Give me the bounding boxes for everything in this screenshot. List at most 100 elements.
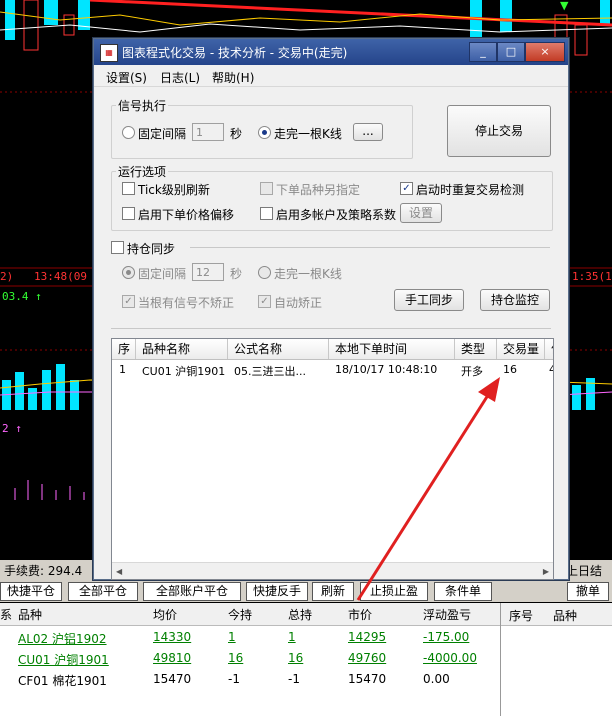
separate-order-label: 下单品种另指定 <box>276 183 361 197</box>
table-cell: 16 <box>503 363 517 376</box>
fixed-interval-radio[interactable] <box>122 126 135 139</box>
close-all-accounts-button[interactable]: 全部账户平仓 <box>143 582 241 601</box>
multi-account-label: 启用多帐户及策略系数 <box>276 208 397 222</box>
multi-account-checkbox[interactable] <box>260 207 273 220</box>
col-header: 系 <box>0 608 13 622</box>
menu-help[interactable]: 帮助(H) <box>212 69 254 86</box>
col-header[interactable]: 公式名称 <box>228 339 329 359</box>
orders-grid-header: 序 品种名称 公式名称 本地下单时间 类型 交易量 价 <box>112 339 553 360</box>
table-cell: 05.三进三出... <box>234 365 306 378</box>
col-header: 今持 <box>228 608 253 622</box>
minimize-button[interactable]: _ <box>469 42 497 62</box>
table-cell[interactable]: 16 <box>288 651 303 665</box>
bar-complete-radio[interactable] <box>258 126 271 139</box>
col-header: 品种 <box>553 609 578 623</box>
position-toolbar: 快捷平仓 全部平仓 全部账户平仓 快捷反手 刷新 止损止盈 条件单 撤单 <box>0 580 612 602</box>
col-header: 序号 <box>509 609 534 623</box>
table-cell[interactable]: -1 <box>288 672 300 686</box>
price-purple-label: 2 ↑ <box>2 422 22 435</box>
table-cell[interactable]: 14330 <box>153 630 191 644</box>
sync-bar-radio[interactable] <box>258 266 271 279</box>
quick-reverse-button[interactable]: 快捷反手 <box>246 582 308 601</box>
tick-refresh-label: Tick级别刷新 <box>138 183 210 197</box>
no-signal-fix-checkbox[interactable]: ✓ <box>122 295 135 308</box>
dialog-titlebar[interactable]: ▦ 图表程式化交易 - 技术分析 - 交易中(走完) _ □ × <box>94 39 568 65</box>
col-header[interactable]: 本地下单时间 <box>329 339 455 359</box>
conditional-order-button[interactable]: 条件单 <box>434 582 492 601</box>
position-monitor-button[interactable]: 持仓监控 <box>480 289 550 311</box>
interval-input[interactable]: 1 <box>192 123 224 141</box>
dialog-title: 图表程式化交易 - 技术分析 - 交易中(走完) <box>122 46 348 60</box>
price-offset-label: 启用下单价格偏移 <box>138 208 235 222</box>
table-cell[interactable]: CF01 棉花1901 <box>18 672 107 689</box>
table-cell: 开多 <box>461 365 483 378</box>
stop-trading-button[interactable]: 停止交易 <box>447 105 551 157</box>
orders-side-panel: 序号 品种 <box>500 603 612 716</box>
divider <box>190 247 550 248</box>
restart-check-checkbox[interactable]: ✓ <box>400 182 413 195</box>
table-cell[interactable]: 1 <box>228 630 236 644</box>
table-cell[interactable]: -175.00 <box>423 630 469 644</box>
scroll-left-icon[interactable]: ◀ <box>116 567 122 576</box>
table-cell[interactable]: -1 <box>228 672 240 686</box>
stop-loss-button[interactable]: 止损止盈 <box>360 582 428 601</box>
positions-table: 系 品种 均价 今持 总持 市价 浮动盈亏 AL02 沪铝1902 14330 … <box>0 603 500 716</box>
table-cell[interactable]: 1 <box>288 630 296 644</box>
settings-button[interactable]: 设置 <box>400 203 442 223</box>
separate-order-checkbox[interactable] <box>260 182 273 195</box>
table-cell: 18/10/17 10:48:10 <box>335 363 438 376</box>
table-cell[interactable]: 16 <box>228 651 243 665</box>
manual-sync-button[interactable]: 手工同步 <box>394 289 464 311</box>
cancel-order-button[interactable]: 撤单 <box>567 582 609 601</box>
seconds-label: 秒 <box>230 127 243 141</box>
table-cell[interactable]: 14295 <box>348 630 386 644</box>
divider <box>111 328 551 329</box>
table-cell[interactable]: 49810 <box>153 651 191 665</box>
tick-refresh-checkbox[interactable] <box>122 182 135 195</box>
col-header: 浮动盈亏 <box>423 608 472 622</box>
time-label-right: 1:35(1 <box>572 270 612 283</box>
price-offset-checkbox[interactable] <box>122 207 135 220</box>
scroll-right-icon[interactable]: ▶ <box>543 567 549 576</box>
table-cell[interactable]: 49760 <box>348 651 386 665</box>
auto-fix-label: 自动矫正 <box>274 296 323 310</box>
time-label-mid: 13:48(09 <box>34 270 87 283</box>
price-up-label: 03.4 ↑ <box>2 290 42 303</box>
position-sync-checkbox[interactable] <box>111 241 124 254</box>
col-header[interactable]: 品种名称 <box>136 339 228 359</box>
close-all-button[interactable]: 全部平仓 <box>68 582 138 601</box>
table-cell[interactable]: 15470 <box>153 672 191 686</box>
more-options-button[interactable]: ... <box>353 123 383 141</box>
table-cell[interactable]: 0.00 <box>423 672 450 686</box>
col-header[interactable]: 类型 <box>455 339 497 359</box>
close-button[interactable]: × <box>525 42 565 62</box>
side-panel-header: 序号 品种 <box>501 603 612 626</box>
col-header: 总持 <box>288 608 313 622</box>
table-cell: 4 <box>549 363 553 376</box>
fixed-interval-label: 固定间隔 <box>138 127 187 141</box>
quick-close-button[interactable]: 快捷平仓 <box>0 582 62 601</box>
table-cell[interactable]: 15470 <box>348 672 386 686</box>
menu-settings[interactable]: 设置(S) <box>106 69 147 86</box>
table-cell[interactable]: AL02 沪铝1902 <box>18 630 107 647</box>
col-header[interactable]: 交易量 <box>497 339 545 359</box>
table-cell[interactable]: -4000.00 <box>423 651 477 665</box>
col-header: 品种 <box>18 608 43 622</box>
col-header[interactable]: 序 <box>112 339 136 359</box>
sync-fixed-radio[interactable] <box>122 266 135 279</box>
col-header[interactable]: 价 <box>545 339 553 359</box>
time-label-left: 2) <box>0 270 13 283</box>
horizontal-scrollbar[interactable]: ◀ ▶ <box>112 562 553 579</box>
refresh-button[interactable]: 刷新 <box>312 582 354 601</box>
sync-interval-input[interactable]: 12 <box>192 263 224 281</box>
col-header: 均价 <box>153 608 178 622</box>
sync-fixed-label: 固定间隔 <box>138 267 187 281</box>
menu-log[interactable]: 日志(L) <box>160 69 200 86</box>
auto-fix-checkbox[interactable]: ✓ <box>258 295 271 308</box>
app-logo-icon: ▦ <box>100 44 118 62</box>
maximize-button[interactable]: □ <box>497 42 525 62</box>
signal-group-label: 信号执行 <box>116 97 169 114</box>
orders-grid: 序 品种名称 公式名称 本地下单时间 类型 交易量 价 1 CU01 沪铜190… <box>111 338 554 580</box>
no-signal-fix-label: 当根有信号不矫正 <box>138 296 235 310</box>
table-cell[interactable]: CU01 沪铜1901 <box>18 651 109 668</box>
